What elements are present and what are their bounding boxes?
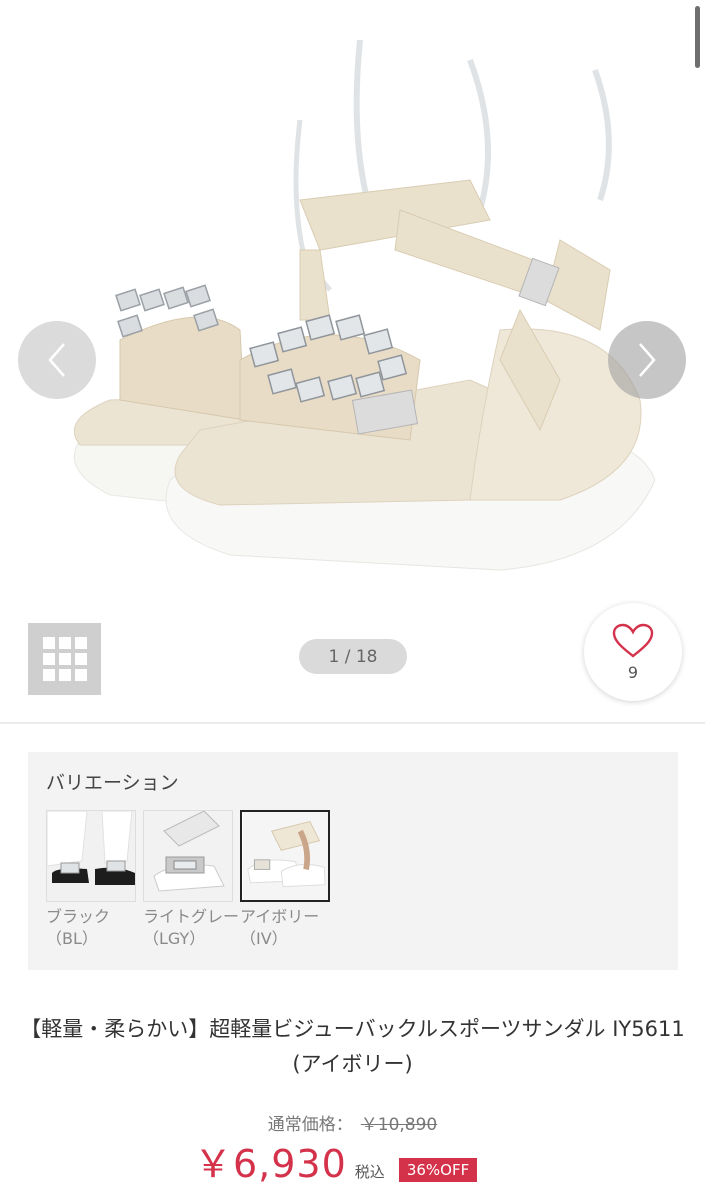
scrollbar-thumb[interactable] <box>695 6 700 68</box>
chevron-right-icon <box>639 343 656 377</box>
sale-price: ￥6,930 <box>194 1142 347 1186</box>
chevron-left-icon <box>48 343 65 377</box>
tax-label: 税込 <box>354 1163 385 1181</box>
variation-label-black: ブラック（BL） <box>46 907 111 948</box>
variation-label-light-gray: ライトグレー（LGY） <box>143 907 240 948</box>
thumbnail-grid-button[interactable] <box>28 623 101 695</box>
image-counter: 1 / 18 <box>299 639 407 674</box>
grid-icon <box>42 637 87 681</box>
sale-price-row: ￥6,930 税込 36%OFF <box>194 1138 478 1188</box>
discount-badge: 36%OFF <box>398 1158 478 1182</box>
variation-thumb-ivory[interactable] <box>240 810 330 902</box>
product-title: 【軽量・柔らかい】超軽量ビジューバックルスポーツサンダル IY5611 (アイボ… <box>20 1017 685 1076</box>
next-image-button[interactable] <box>608 321 686 399</box>
variation-label-ivory: アイボリー（IV） <box>240 907 320 948</box>
variation-light-gray[interactable]: ライトグレー（LGY） <box>143 810 239 950</box>
variation-thumb-black[interactable] <box>46 810 136 902</box>
product-gallery: 1 / 18 9 <box>0 0 705 722</box>
regular-price-value: ￥10,890 <box>360 1115 438 1135</box>
product-image[interactable] <box>0 0 705 620</box>
variation-section: バリエーション ブラック（BL） ライトグレー（LGY） アイボリー（IV） <box>28 752 678 970</box>
previous-image-button[interactable] <box>18 321 96 399</box>
variation-ivory[interactable]: アイボリー（IV） <box>240 810 330 950</box>
regular-price-label: 通常価格： <box>267 1115 353 1135</box>
heart-icon <box>612 623 654 658</box>
favorite-button[interactable]: 9 <box>584 603 682 701</box>
section-divider <box>0 722 705 724</box>
variation-thumb-light-gray[interactable] <box>143 810 233 902</box>
regular-price: 通常価格： ￥10,890 <box>0 1110 705 1135</box>
variation-title: バリエーション <box>46 772 179 794</box>
variation-black[interactable]: ブラック（BL） <box>46 810 136 950</box>
favorite-count: 9 <box>627 662 639 682</box>
